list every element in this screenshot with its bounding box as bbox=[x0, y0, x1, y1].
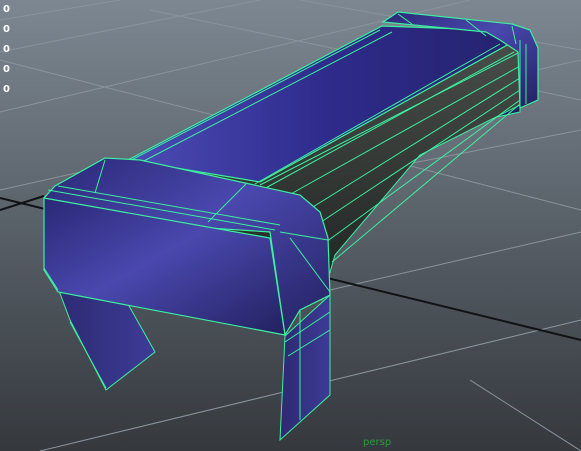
grid-line bbox=[0, 0, 121, 21]
hud-readout: 0 0 0 0 0 bbox=[3, 0, 10, 100]
grid-line bbox=[469, 379, 581, 451]
hud-value: 0 bbox=[3, 24, 10, 35]
grid-line bbox=[329, 231, 581, 291]
hud-value: 0 bbox=[3, 44, 10, 55]
camera-label: persp bbox=[363, 437, 392, 448]
hud-value: 0 bbox=[3, 64, 10, 75]
hud-value: 0 bbox=[3, 84, 10, 95]
grid-line bbox=[0, 0, 261, 53]
hud-value: 0 bbox=[3, 4, 10, 15]
viewport-persp[interactable]: 0 0 0 0 0 persp bbox=[0, 0, 581, 451]
scene-canvas[interactable] bbox=[0, 0, 581, 451]
